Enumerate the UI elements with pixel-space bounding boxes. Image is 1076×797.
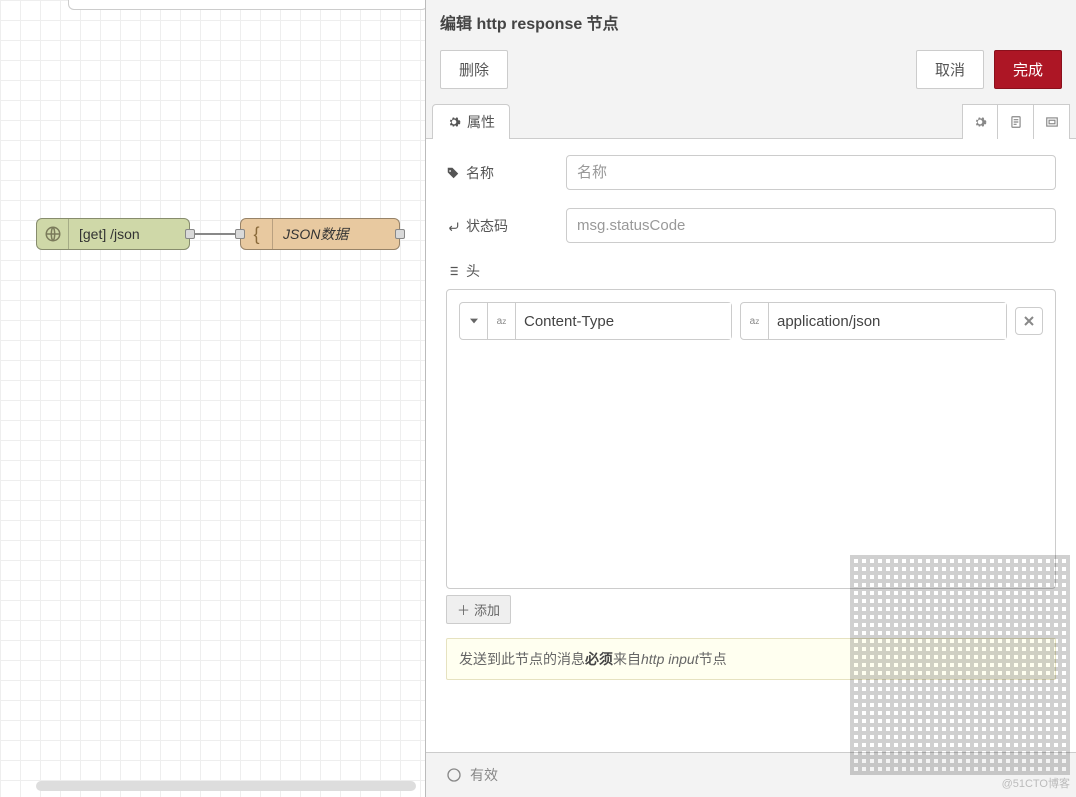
layout-icon xyxy=(1045,115,1059,129)
footer-row: 有效 xyxy=(426,752,1076,797)
headers-label-wrap: 头 xyxy=(446,261,1056,281)
tabs-row: 属性 xyxy=(426,103,1076,139)
status-label: 状态码 xyxy=(466,216,508,236)
grid-background xyxy=(0,0,425,797)
edit-panel: 编辑 http response 节点 删除 取消 完成 属性 xyxy=(425,0,1076,797)
name-row: 名称 xyxy=(446,155,1056,190)
form-body: 名称 状态码 头 xyxy=(426,139,1076,752)
delete-header-button[interactable] xyxy=(1015,307,1043,335)
header-key-input[interactable]: az xyxy=(459,302,732,340)
status-row: 状态码 xyxy=(446,208,1056,243)
port-out[interactable] xyxy=(185,229,195,239)
header-val-input[interactable]: az xyxy=(740,302,1007,340)
port-out[interactable] xyxy=(395,229,405,239)
brace-icon: { xyxy=(241,219,273,249)
header-val-field[interactable] xyxy=(769,303,1006,339)
headers-list: az az xyxy=(446,289,1056,589)
tab-cutout xyxy=(68,0,428,10)
reply-icon xyxy=(446,219,460,233)
headers-label: 头 xyxy=(466,261,480,281)
panel-actions: 删除 取消 完成 xyxy=(426,42,1076,103)
header-row: az az xyxy=(459,302,1043,340)
toggle-icon[interactable] xyxy=(446,767,462,783)
type-dropdown[interactable] xyxy=(460,303,488,339)
horizontal-scrollbar[interactable] xyxy=(36,781,416,791)
gear-icon xyxy=(447,115,461,129)
watermark-text: @51CTO博客 xyxy=(1002,775,1070,791)
toggle-label: 有效 xyxy=(470,765,498,785)
workspace-canvas[interactable]: [get] /json { JSON数据 xyxy=(0,0,425,797)
tab-docs-button[interactable] xyxy=(998,104,1034,139)
tip-box: 发送到此节点的消息必须来自http input节点 xyxy=(446,638,1056,680)
tab-settings-button[interactable] xyxy=(962,104,998,139)
done-button[interactable]: 完成 xyxy=(994,50,1062,89)
node-json[interactable]: { JSON数据 xyxy=(240,218,400,250)
port-in[interactable] xyxy=(235,229,245,239)
name-input[interactable] xyxy=(566,155,1056,190)
document-icon xyxy=(1009,115,1023,129)
header-key-field[interactable] xyxy=(516,303,731,339)
status-input[interactable] xyxy=(566,208,1056,243)
list-icon xyxy=(446,264,460,278)
add-header-button[interactable]: ＋ 添加 xyxy=(446,595,511,624)
add-label: 添加 xyxy=(474,600,500,619)
name-label-wrap: 名称 xyxy=(446,163,556,183)
status-label-wrap: 状态码 xyxy=(446,216,556,236)
globe-icon xyxy=(37,219,69,249)
plus-icon: ＋ xyxy=(457,600,470,619)
tab-properties[interactable]: 属性 xyxy=(432,104,510,139)
name-label: 名称 xyxy=(466,163,494,183)
tab-properties-label: 属性 xyxy=(467,112,495,132)
string-type-icon: az xyxy=(488,303,516,339)
tab-appearance-button[interactable] xyxy=(1034,104,1070,139)
node-wire[interactable] xyxy=(190,233,240,235)
panel-title: 编辑 http response 节点 xyxy=(440,10,1062,34)
delete-button[interactable]: 删除 xyxy=(440,50,508,89)
cancel-button[interactable]: 取消 xyxy=(916,50,984,89)
node-http-in-label: [get] /json xyxy=(69,226,150,242)
panel-header: 编辑 http response 节点 xyxy=(426,0,1076,42)
node-json-label: JSON数据 xyxy=(273,224,358,244)
tag-icon xyxy=(446,166,460,180)
gear-icon xyxy=(973,115,987,129)
string-type-icon: az xyxy=(741,303,769,339)
node-http-in[interactable]: [get] /json xyxy=(36,218,190,250)
